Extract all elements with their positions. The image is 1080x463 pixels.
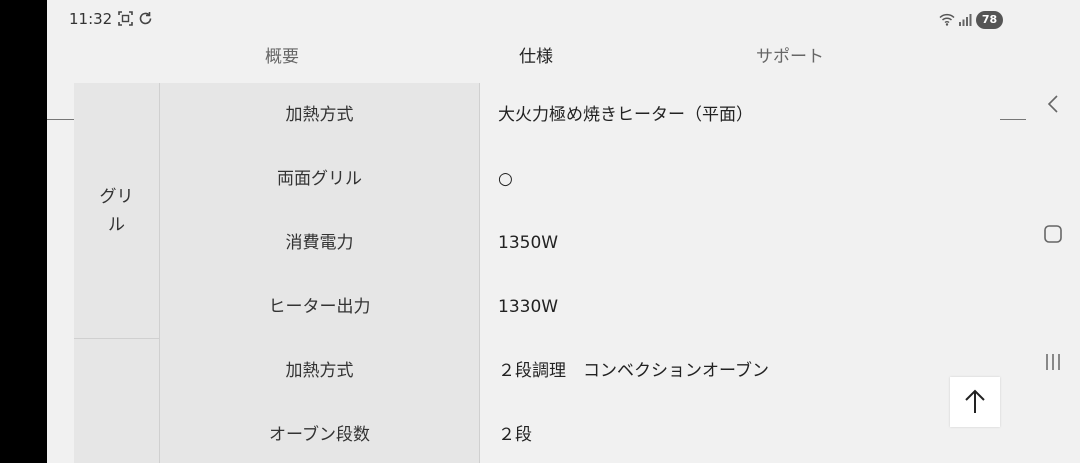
- tab-overview[interactable]: 概要: [155, 38, 409, 82]
- recents-icon[interactable]: [1044, 353, 1062, 371]
- spec-label: 両面グリル: [160, 147, 480, 211]
- spec-value: ２段: [480, 403, 1000, 463]
- table-row: 両面グリル ○: [160, 147, 1000, 212]
- spec-label: 加熱方式: [160, 339, 480, 403]
- group-cell-oven: [74, 339, 160, 463]
- spec-label: 加熱方式: [160, 83, 480, 147]
- status-bar: 11:32 78: [47, 0, 1026, 38]
- back-icon[interactable]: [1046, 94, 1060, 114]
- spec-value: ２段調理 コンベクションオーブン: [480, 339, 1000, 403]
- spec-value: 大火力極め焼きヒーター（平面）: [480, 83, 1000, 147]
- spec-value: 1350W: [480, 211, 1000, 275]
- tab-specifications[interactable]: 仕様: [409, 38, 663, 82]
- wifi-icon: [939, 13, 955, 26]
- table-row: ヒーター出力 1330W: [160, 275, 1000, 340]
- spec-label: 消費電力: [160, 211, 480, 275]
- spec-value: ○: [480, 147, 1000, 211]
- table-row: オーブン段数 ２段: [160, 403, 1000, 463]
- table-row: 加熱方式 大火力極め焼きヒーター（平面）: [160, 83, 1000, 148]
- group-label-grill: グリ ル: [99, 187, 134, 235]
- battery-badge: 78: [976, 11, 1003, 29]
- signal-icon: [959, 14, 972, 26]
- table-row: 加熱方式 ２段調理 コンベクションオーブン: [160, 339, 1000, 404]
- spec-label: ヒーター出力: [160, 275, 480, 339]
- tab-bar: 概要 仕様 サポート: [47, 38, 1026, 120]
- system-nav-bar: [1026, 0, 1080, 463]
- sync-icon: [139, 12, 152, 25]
- group-cell-grill: グリ ル: [74, 83, 160, 339]
- app-screen: 11:32 78 概要 仕様 サポート グリ ル 加熱方式 大火力極め焼きヒータ…: [47, 0, 1026, 463]
- tab-support[interactable]: サポート: [663, 38, 917, 82]
- status-time: 11:32: [69, 10, 113, 28]
- spec-label: オーブン段数: [160, 403, 480, 463]
- screenshot-icon: [118, 11, 133, 26]
- spec-value: 1330W: [480, 275, 1000, 339]
- table-row: 消費電力 1350W: [160, 211, 1000, 276]
- home-icon[interactable]: [1043, 224, 1063, 244]
- arrow-up-icon: [965, 389, 985, 413]
- scroll-to-top-button[interactable]: [950, 377, 1000, 427]
